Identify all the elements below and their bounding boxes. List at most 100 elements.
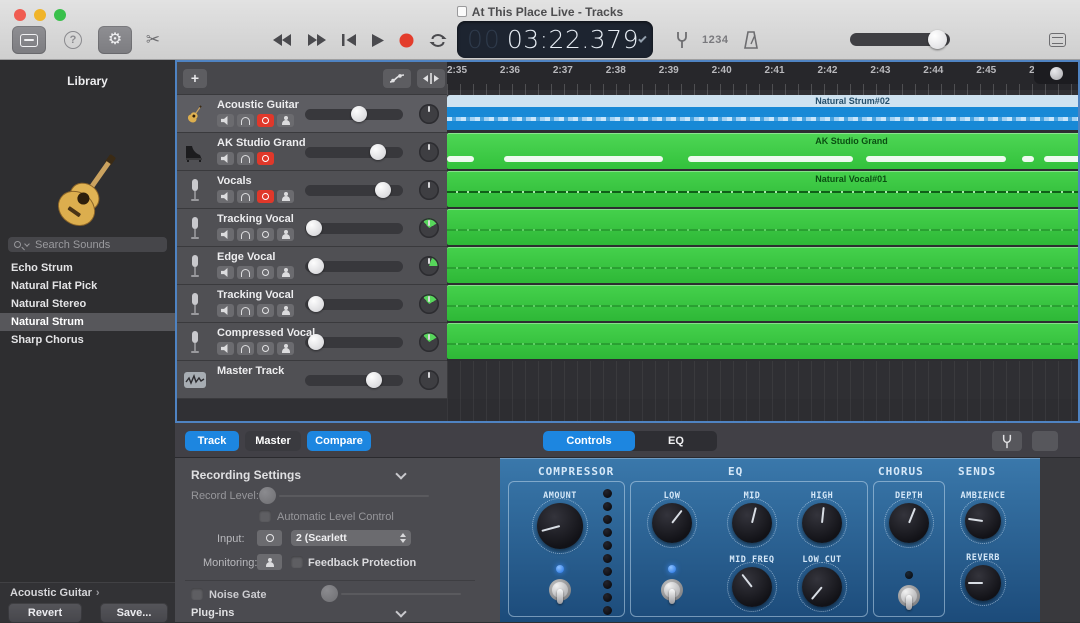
eq-low-cut-knob[interactable] — [802, 567, 842, 607]
midi-region-green[interactable]: AK Studio Grand — [447, 133, 1080, 169]
eq-low-knob[interactable] — [652, 503, 692, 543]
chevron-down-icon[interactable] — [395, 606, 406, 617]
track-name[interactable]: Tracking Vocal — [217, 289, 294, 301]
audio-region-blue[interactable]: Natural Strum#02 — [447, 95, 1080, 131]
track-volume-slider[interactable] — [305, 375, 403, 386]
eq-mid-freq-knob[interactable] — [732, 567, 772, 607]
record-enable-button[interactable] — [257, 152, 274, 165]
zoom-control[interactable] — [1034, 62, 1078, 84]
compressor-toggle[interactable] — [548, 577, 572, 607]
track-name[interactable]: Edge Vocal — [217, 251, 275, 263]
pan-knob[interactable] — [419, 218, 439, 238]
tuner-button-bottom[interactable] — [992, 431, 1022, 451]
track-row[interactable]: AK Studio Grand — [177, 133, 447, 171]
input-monitor-button[interactable] — [277, 114, 294, 127]
tab-master[interactable]: Master — [245, 431, 301, 451]
record-enable-button[interactable] — [257, 304, 274, 317]
search-scope-chevron-icon[interactable] — [24, 241, 30, 247]
pan-knob[interactable] — [419, 256, 439, 276]
track-row[interactable]: Tracking Vocal — [177, 209, 447, 247]
track-row[interactable]: Vocals — [177, 171, 447, 209]
track-row[interactable]: Compressed Vocal — [177, 323, 447, 361]
noise-gate-knob[interactable] — [321, 585, 338, 602]
extra-panel-button[interactable] — [1032, 431, 1058, 451]
sends-ambience-knob[interactable] — [965, 503, 1001, 539]
volume-slider-thumb[interactable] — [928, 30, 947, 49]
solo-button[interactable] — [237, 304, 254, 317]
feedback-protection-checkbox[interactable] — [291, 556, 303, 568]
library-item[interactable]: Natural Stereo — [0, 295, 175, 313]
mute-button[interactable] — [217, 152, 234, 165]
track-name[interactable]: Tracking Vocal — [217, 213, 294, 225]
go-to-beginning-button[interactable] — [342, 34, 357, 46]
pan-knob[interactable] — [419, 370, 439, 390]
audio-region-green[interactable]: Natural Vocal#01 — [447, 171, 1080, 207]
pan-knob[interactable] — [419, 332, 439, 352]
mute-button[interactable] — [217, 304, 234, 317]
audio-region-green[interactable] — [447, 323, 1080, 359]
help-button[interactable]: ? — [58, 26, 88, 54]
tab-eq[interactable]: EQ — [635, 431, 717, 451]
chevron-down-icon[interactable] — [638, 34, 646, 42]
solo-button[interactable] — [237, 152, 254, 165]
track-volume-slider[interactable] — [305, 147, 403, 158]
audio-region-green[interactable] — [447, 209, 1080, 245]
audio-region-green[interactable] — [447, 247, 1080, 283]
input-monitor-button[interactable] — [277, 228, 294, 241]
track-row[interactable]: Tracking Vocal — [177, 285, 447, 323]
play-button[interactable] — [372, 34, 384, 47]
settings-button[interactable]: ⚙ — [98, 26, 132, 54]
input-mode-button[interactable] — [257, 530, 282, 546]
add-track-button[interactable]: + — [183, 69, 207, 88]
solo-button[interactable] — [237, 228, 254, 241]
track-volume-slider[interactable] — [305, 299, 403, 310]
library-item[interactable]: Natural Flat Pick — [0, 277, 175, 295]
tuner-button[interactable] — [668, 26, 696, 54]
tab-compare[interactable]: Compare — [307, 431, 371, 451]
fast-forward-button[interactable] — [307, 34, 327, 46]
record-button[interactable] — [399, 33, 414, 48]
chevron-down-icon[interactable] — [395, 468, 406, 479]
metronome-button[interactable] — [736, 26, 766, 54]
cut-button[interactable]: ✂ — [140, 26, 166, 54]
track-name[interactable]: Acoustic Guitar — [217, 99, 299, 111]
track-volume-slider[interactable] — [305, 185, 403, 196]
library-item[interactable]: Sharp Chorus — [0, 331, 175, 349]
record-enable-button[interactable] — [257, 342, 274, 355]
pan-knob[interactable] — [419, 294, 439, 314]
pan-knob[interactable] — [419, 104, 439, 124]
recording-settings-heading[interactable]: Recording Settings — [191, 468, 301, 482]
track-volume-slider[interactable] — [305, 223, 403, 234]
mute-button[interactable] — [217, 228, 234, 241]
monitoring-button[interactable] — [257, 554, 282, 570]
pan-knob[interactable] — [419, 180, 439, 200]
eq-mid-knob[interactable] — [732, 503, 772, 543]
sends-reverb-knob[interactable] — [965, 565, 1001, 601]
library-toggle-button[interactable] — [12, 26, 46, 54]
input-select[interactable]: 2 (Scarlett — [291, 530, 411, 546]
tab-track[interactable]: Track — [185, 431, 239, 451]
track-name[interactable]: Compressed Vocal — [217, 327, 315, 339]
mute-button[interactable] — [217, 342, 234, 355]
record-enable-button[interactable] — [257, 266, 274, 279]
count-in-button[interactable]: 1234 — [702, 26, 728, 54]
input-monitor-button[interactable] — [277, 190, 294, 203]
track-row[interactable]: Edge Vocal — [177, 247, 447, 285]
track-volume-slider[interactable] — [305, 337, 403, 348]
audio-region-green[interactable] — [447, 285, 1080, 321]
breadcrumb[interactable]: Acoustic Guitar› — [10, 587, 100, 599]
track-volume-slider[interactable] — [305, 261, 403, 272]
cycle-button[interactable] — [429, 34, 447, 47]
track-row[interactable]: Acoustic Guitar — [177, 95, 447, 133]
save-button[interactable]: Save... — [100, 603, 168, 623]
noise-gate-checkbox[interactable] — [191, 588, 203, 600]
record-enable-button[interactable] — [257, 228, 274, 241]
track-volume-slider[interactable] — [305, 109, 403, 120]
input-monitor-button[interactable] — [277, 342, 294, 355]
solo-button[interactable] — [237, 114, 254, 127]
auto-level-checkbox[interactable] — [259, 510, 271, 522]
input-monitor-button[interactable] — [277, 304, 294, 317]
record-level-knob[interactable] — [259, 487, 276, 504]
lcd-time-display[interactable]: 00 03:22.379 — [457, 21, 653, 58]
mute-button[interactable] — [217, 190, 234, 203]
